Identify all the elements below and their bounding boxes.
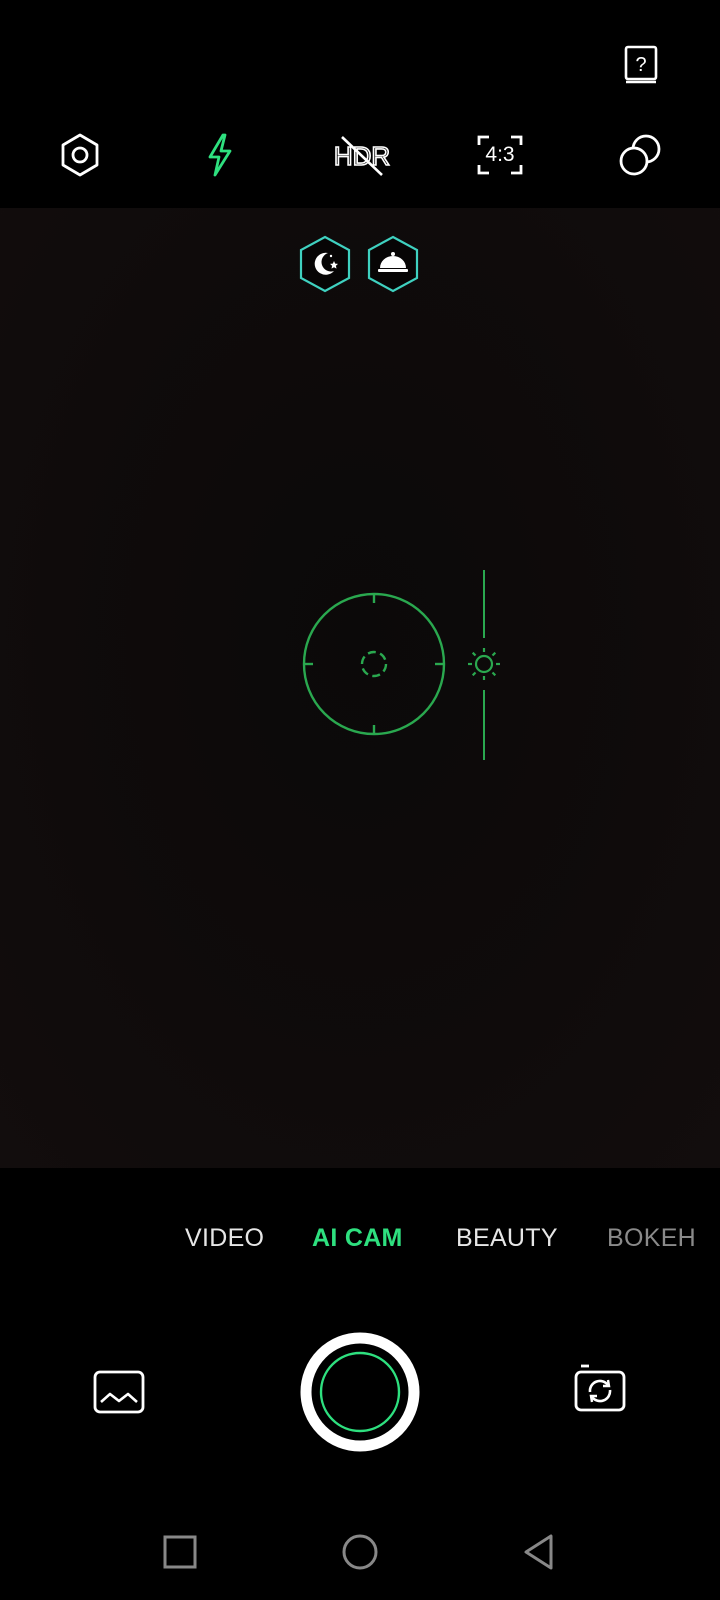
home-button[interactable] xyxy=(335,1527,385,1577)
switch-camera-button[interactable] xyxy=(572,1360,628,1416)
switch-camera-icon xyxy=(574,1364,626,1412)
help-button[interactable]: ? xyxy=(618,42,664,88)
hdr-button[interactable]: HDR xyxy=(332,127,392,183)
food-scene-badge[interactable] xyxy=(366,235,420,293)
recents-square-icon xyxy=(163,1535,197,1569)
mode-selector[interactable]: VIDEO AI CAM BEAUTY BOKEH xyxy=(0,1210,720,1266)
settings-icon xyxy=(61,133,99,177)
back-triangle-icon xyxy=(524,1534,553,1570)
focus-reticle[interactable] xyxy=(300,590,448,738)
aspect-ratio-button[interactable]: 4:3 xyxy=(472,127,528,183)
sun-icon[interactable] xyxy=(468,648,500,680)
settings-button[interactable] xyxy=(52,127,108,183)
mode-bokeh[interactable]: BOKEH xyxy=(607,1210,696,1266)
filters-icon xyxy=(619,134,661,176)
gallery-thumbnail-icon xyxy=(93,1370,145,1414)
night-scene-badge[interactable] xyxy=(298,235,352,293)
flash-icon xyxy=(208,133,232,177)
back-button[interactable] xyxy=(515,1527,565,1577)
gallery-button[interactable] xyxy=(92,1368,146,1416)
aspect-ratio-label: 4:3 xyxy=(485,143,515,166)
shutter-button[interactable] xyxy=(300,1332,420,1452)
svg-text:?: ? xyxy=(635,54,646,76)
help-book-icon: ? xyxy=(624,45,658,84)
mode-ai-cam[interactable]: AI CAM xyxy=(312,1210,403,1266)
flash-button[interactable] xyxy=(192,127,248,183)
recents-button[interactable] xyxy=(155,1527,205,1577)
hdr-off-icon: HDR xyxy=(333,136,391,176)
night-mode-icon xyxy=(299,235,351,293)
mode-video[interactable]: VIDEO xyxy=(185,1210,264,1266)
home-circle-icon xyxy=(342,1534,378,1570)
exposure-slider[interactable] xyxy=(466,570,502,760)
food-mode-icon xyxy=(367,235,419,293)
mode-beauty[interactable]: BEAUTY xyxy=(456,1210,558,1266)
filters-button[interactable] xyxy=(612,127,668,183)
focus-ring-icon xyxy=(302,592,446,736)
